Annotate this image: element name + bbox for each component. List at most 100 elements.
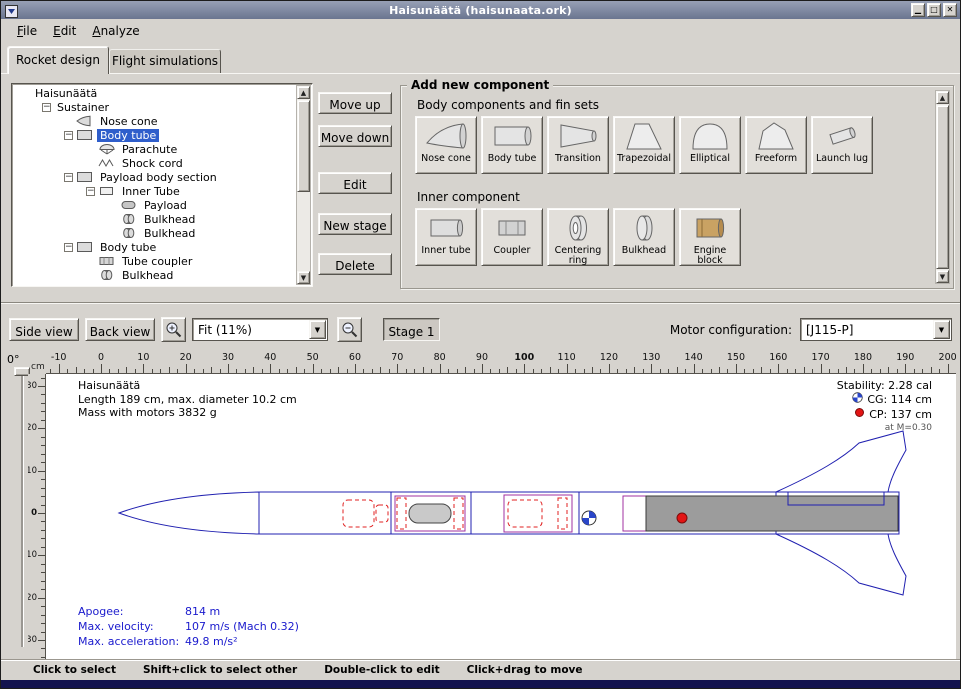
add-centering-ring-button[interactable]: Centering ring — [547, 208, 609, 266]
component-button-label: Elliptical — [690, 154, 730, 164]
move-down-button[interactable]: Move down — [318, 125, 392, 147]
add-trapezoidal-button[interactable]: Trapezoidal — [613, 116, 675, 174]
minimize-button[interactable]: ▁ — [911, 3, 925, 17]
menu-analyze[interactable]: Analyze — [84, 21, 147, 41]
ruler-tick — [507, 367, 508, 373]
close-button[interactable]: ✕ — [943, 3, 957, 17]
bodytube-icon — [76, 171, 94, 183]
rocket-canvas[interactable]: Haisunäätä Length 189 cm, max. diameter … — [46, 374, 956, 659]
add-bulkhead-button[interactable]: Bulkhead — [613, 208, 675, 266]
fin-top[interactable] — [776, 431, 906, 492]
ruler-label: 60 — [349, 352, 361, 363]
cp-icon — [854, 407, 865, 422]
ruler-tick — [38, 640, 45, 641]
rotation-slider-track[interactable] — [21, 369, 24, 647]
fin-bottom[interactable] — [776, 534, 906, 595]
zoom-in-button[interactable] — [161, 317, 186, 342]
add-nose-cone-button[interactable]: Nose cone — [415, 116, 477, 174]
component-panel-scrollbar-thumb[interactable] — [936, 105, 949, 269]
delete-button[interactable]: Delete — [318, 253, 392, 275]
tree-expander-icon[interactable]: − — [64, 173, 73, 182]
add-engine-block-button[interactable]: Engine block — [679, 208, 741, 266]
tree-expander-icon[interactable]: − — [86, 187, 95, 196]
ruler-tick — [41, 437, 45, 438]
ruler-tick — [863, 364, 864, 373]
tree-item-bulkhead[interactable]: Bulkhead — [14, 212, 295, 226]
motor-configuration-value: [J115-P] — [801, 323, 933, 337]
status-hint: Click to select — [33, 664, 116, 676]
ruler-tick — [482, 364, 483, 373]
body-tube-1[interactable] — [259, 492, 391, 534]
zoom-select[interactable]: Fit (11%) ▼ — [192, 318, 328, 341]
ruler-tick — [516, 369, 517, 373]
tree-item-nose-cone[interactable]: Nose cone — [14, 114, 295, 128]
ruler-tick — [880, 369, 881, 373]
ruler-tick — [177, 369, 178, 373]
tree-item-body-tube[interactable]: − Body tube — [14, 240, 295, 254]
tree-item-bulkhead[interactable]: Bulkhead — [14, 226, 295, 240]
scroll-down-icon[interactable]: ▼ — [936, 270, 949, 283]
add-transition-button[interactable]: Transition — [547, 116, 609, 174]
tree-expander-icon[interactable]: − — [64, 131, 73, 140]
ruler-tick — [41, 394, 45, 395]
ruler-label: 0 — [98, 352, 104, 363]
ruler-label: 120 — [600, 352, 618, 363]
ruler-label: -30 — [28, 381, 37, 391]
ruler-tick — [727, 369, 728, 373]
new-stage-button[interactable]: New stage — [318, 213, 392, 235]
tree-scrollbar[interactable]: ▲ ▼ — [296, 85, 311, 285]
ruler-tick — [854, 369, 855, 373]
ruler-tick — [770, 369, 771, 373]
add-inner-tube-button[interactable]: Inner tube — [415, 208, 477, 266]
menu-edit[interactable]: Edit — [45, 21, 84, 41]
tab-rocket-design[interactable]: Rocket design — [7, 46, 109, 74]
component-panel-scrollbar[interactable]: ▲ ▼ — [935, 90, 950, 284]
nose-cone-shape[interactable] — [119, 492, 259, 534]
payload-shape[interactable] — [409, 504, 451, 523]
scroll-down-icon[interactable]: ▼ — [297, 271, 310, 284]
tree-item-haisun-t-[interactable]: Haisunäätä — [14, 86, 295, 100]
move-up-button[interactable]: Move up — [318, 92, 392, 114]
tree-item-body-tube[interactable]: −Body tube — [14, 128, 295, 142]
menu-file[interactable]: File — [9, 21, 45, 41]
stage-1-toggle[interactable]: Stage 1 — [383, 318, 440, 341]
tree-item-shock-cord[interactable]: Shock cord — [14, 156, 295, 170]
ruler-tick — [304, 369, 305, 373]
side-view-button[interactable]: Side view — [9, 318, 79, 341]
add-freeform-button[interactable]: Freeform — [745, 116, 807, 174]
tree-scrollbar-thumb[interactable] — [297, 100, 310, 192]
motor-configuration-select[interactable]: [J115-P] ▼ — [800, 318, 952, 341]
tree-item-payload-body-section[interactable]: −Payload body section — [14, 170, 295, 184]
tree-expander-icon[interactable]: − — [42, 103, 51, 112]
tab-flight-simulations[interactable]: Flight simulations — [109, 49, 221, 73]
add-elliptical-button[interactable]: Elliptical — [679, 116, 741, 174]
tree-expander-icon[interactable]: − — [64, 243, 73, 252]
status-hint: Shift+click to select other — [143, 664, 297, 676]
ruler-tick — [609, 364, 610, 373]
tree-item-sustainer[interactable]: −Sustainer — [14, 100, 295, 114]
tree-item-label: Nose cone — [97, 115, 160, 128]
edit-button[interactable]: Edit — [318, 172, 392, 194]
component-button-label: Launch lug — [816, 154, 868, 164]
tree-item-payload[interactable]: Payload — [14, 198, 295, 212]
ruler-label: 180 — [854, 352, 872, 363]
body-tube-2[interactable] — [471, 492, 579, 534]
tree-item-parachute[interactable]: Parachute — [14, 142, 295, 156]
add-launch-lug-button[interactable]: Launch lug — [811, 116, 873, 174]
ruler-tick — [499, 369, 500, 373]
ruler-tick — [41, 445, 45, 446]
add-coupler-button[interactable]: Coupler — [481, 208, 543, 266]
tree-item-label: Body tube — [97, 241, 159, 254]
back-view-button[interactable]: Back view — [85, 318, 155, 341]
zoom-out-button[interactable] — [337, 317, 362, 342]
maximize-button[interactable]: □ — [927, 3, 941, 17]
tree-item-bulkhead[interactable]: Bulkhead — [14, 268, 295, 282]
scroll-up-icon[interactable]: ▲ — [297, 86, 310, 99]
scroll-up-icon[interactable]: ▲ — [936, 91, 949, 104]
add-body-tube-button[interactable]: Body tube — [481, 116, 543, 174]
tree-item-tube-coupler[interactable]: Tube coupler — [14, 254, 295, 268]
tree-item-inner-tube[interactable]: −Inner Tube — [14, 184, 295, 198]
ruler-label: 100 — [514, 352, 534, 363]
ruler-label: 20 — [180, 352, 192, 363]
motor-configuration-label: Motor configuration: — [670, 323, 792, 337]
